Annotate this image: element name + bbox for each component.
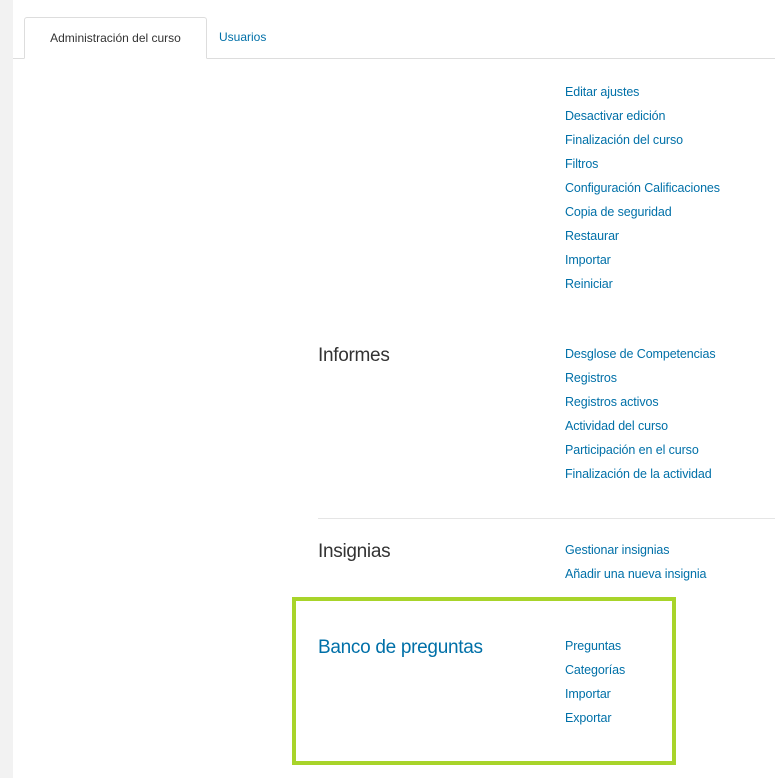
link-anadir-nueva-insignia[interactable]: Añadir una nueva insignia [565, 562, 706, 586]
link-finalizacion-del-curso[interactable]: Finalización del curso [565, 128, 720, 152]
link-registros[interactable]: Registros [565, 366, 715, 390]
informes-list: Desglose de Competencias Registros Regis… [565, 342, 716, 486]
link-categorias[interactable]: Categorías [565, 658, 625, 682]
link-exportar-preguntas[interactable]: Exportar [565, 706, 625, 730]
link-desglose-de-competencias[interactable]: Desglose de Competencias [565, 342, 716, 366]
tab-bar: Administración del curso Usuarios [13, 0, 775, 59]
link-registros-activos[interactable]: Registros activos [565, 390, 715, 414]
link-participacion-en-el-curso[interactable]: Participación en el curso [565, 438, 715, 462]
tab-administracion-del-curso[interactable]: Administración del curso [24, 17, 207, 59]
insignias-list: Gestionar insignias Añadir una nueva ins… [565, 538, 706, 586]
link-reiniciar[interactable]: Reiniciar [565, 272, 720, 296]
link-configuracion-calificaciones[interactable]: Configuración Calificaciones [565, 176, 720, 200]
link-gestionar-insignias[interactable]: Gestionar insignias [565, 538, 706, 562]
link-restaurar[interactable]: Restaurar [565, 224, 720, 248]
link-editar-ajustes[interactable]: Editar ajustes [565, 80, 720, 104]
section-divider [318, 518, 775, 519]
link-importar-curso[interactable]: Importar [565, 248, 720, 272]
tab-usuarios[interactable]: Usuarios [207, 17, 278, 58]
link-importar-preguntas[interactable]: Importar [565, 682, 625, 706]
section-heading-informes: Informes [318, 345, 390, 366]
course-settings-list: Editar ajustes Desactivar edición Finali… [565, 80, 720, 296]
banco-de-preguntas-list: Preguntas Categorías Importar Exportar [565, 634, 625, 730]
link-preguntas[interactable]: Preguntas [565, 634, 625, 658]
link-actividad-del-curso[interactable]: Actividad del curso [565, 414, 715, 438]
section-heading-insignias: Insignias [318, 541, 391, 562]
link-finalizacion-de-la-actividad[interactable]: Finalización de la actividad [565, 462, 715, 486]
link-filtros[interactable]: Filtros [565, 152, 720, 176]
link-copia-de-seguridad[interactable]: Copia de seguridad [565, 200, 720, 224]
left-margin-strip [0, 0, 13, 778]
link-desactivar-edicion[interactable]: Desactivar edición [565, 104, 720, 128]
section-heading-banco-de-preguntas[interactable]: Banco de preguntas [318, 637, 483, 659]
